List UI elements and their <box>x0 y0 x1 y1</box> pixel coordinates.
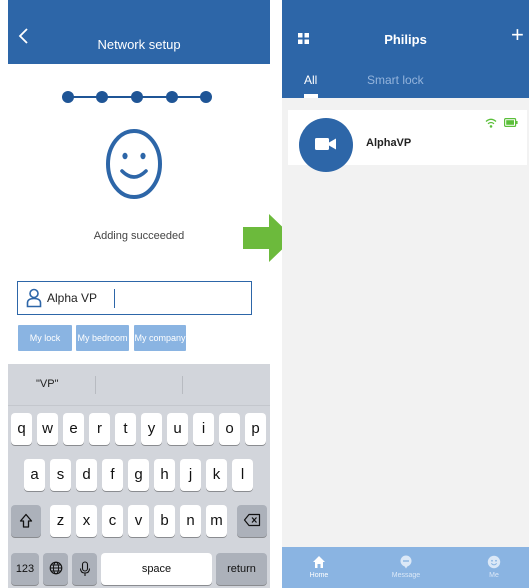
suggestion-divider <box>182 376 183 394</box>
key-d[interactable]: d <box>76 459 97 491</box>
step-progress <box>62 89 212 105</box>
name-chip-my-bedroom[interactable]: My bedroom <box>76 325 129 351</box>
key-n[interactable]: n <box>180 505 201 537</box>
backspace-key[interactable] <box>237 505 267 537</box>
key-c[interactable]: c <box>102 505 123 537</box>
home-icon <box>313 556 325 568</box>
key-b[interactable]: b <box>154 505 175 537</box>
nav-message[interactable]: Message <box>385 547 427 588</box>
key-i[interactable]: i <box>193 413 214 445</box>
page-title: Network setup <box>97 37 181 52</box>
shift-icon <box>19 513 33 528</box>
key-a[interactable]: a <box>24 459 45 491</box>
tab-smart-lock[interactable]: Smart lock <box>367 73 424 87</box>
key-m[interactable]: m <box>206 505 227 537</box>
key-g[interactable]: g <box>128 459 149 491</box>
status-text: Adding succeeded <box>93 230 185 242</box>
nav-label: Me <box>489 572 499 579</box>
progress-step <box>131 91 143 103</box>
device-card[interactable]: AlphaVP <box>288 110 527 172</box>
return-key[interactable]: return <box>216 553 267 585</box>
numbers-key[interactable]: 123 <box>11 553 39 585</box>
globe-icon <box>49 561 62 575</box>
header-bar: Network setup <box>8 0 270 64</box>
key-q[interactable]: q <box>11 413 32 445</box>
key-p[interactable]: p <box>245 413 266 445</box>
device-name-input[interactable]: Alpha VP <box>17 281 252 315</box>
smiley-icon <box>106 129 162 199</box>
key-w[interactable]: w <box>37 413 58 445</box>
profile-icon <box>487 555 501 569</box>
active-tab-indicator <box>304 94 318 98</box>
nav-label: Message <box>391 572 421 579</box>
name-chip-my-company[interactable]: My company <box>134 325 186 351</box>
network-setup-screen: Network setup Adding succeeded Alpha VP … <box>8 0 270 588</box>
key-h[interactable]: h <box>154 459 175 491</box>
keyboard: "VP" q w e r t y u i o p a s d f g h j k… <box>8 364 270 588</box>
suggestion-divider <box>95 376 96 394</box>
backspace-icon <box>243 513 261 527</box>
key-e[interactable]: e <box>63 413 84 445</box>
progress-step <box>166 91 178 103</box>
keyboard-suggestion[interactable]: "VP" <box>36 378 58 390</box>
key-t[interactable]: t <box>115 413 136 445</box>
key-v[interactable]: v <box>128 505 149 537</box>
key-u[interactable]: u <box>167 413 188 445</box>
progress-step <box>96 91 108 103</box>
tab-all[interactable]: All <box>304 73 317 87</box>
progress-step <box>200 91 212 103</box>
progress-step <box>62 91 74 103</box>
nav-home[interactable]: Home <box>304 547 334 588</box>
page-title: Philips <box>384 32 427 47</box>
key-l[interactable]: l <box>232 459 253 491</box>
key-x[interactable]: x <box>76 505 97 537</box>
keyboard-suggestion-bar: "VP" <box>8 364 270 406</box>
wifi-icon <box>485 118 497 128</box>
battery-icon <box>504 118 518 127</box>
key-o[interactable]: o <box>219 413 240 445</box>
nav-me[interactable]: Me <box>479 547 509 588</box>
bottom-navigation: Home Message Me <box>282 547 529 588</box>
globe-key[interactable] <box>43 553 68 585</box>
text-cursor <box>114 289 115 308</box>
key-k[interactable]: k <box>206 459 227 491</box>
video-camera-icon <box>315 138 336 150</box>
device-list-screen: Philips + All Smart lock AlphaVP Home Me… <box>282 0 529 588</box>
key-j[interactable]: j <box>180 459 201 491</box>
key-z[interactable]: z <box>50 505 71 537</box>
nav-label: Home <box>309 572 329 579</box>
user-icon <box>26 288 42 308</box>
shift-key[interactable] <box>11 505 41 537</box>
key-r[interactable]: r <box>89 413 110 445</box>
name-chip-my-lock[interactable]: My lock <box>18 325 72 351</box>
key-f[interactable]: f <box>102 459 123 491</box>
device-name: AlphaVP <box>366 137 412 149</box>
device-name-value: Alpha VP <box>47 291 98 305</box>
plus-icon[interactable]: + <box>511 24 524 46</box>
device-avatar <box>299 118 353 172</box>
key-s[interactable]: s <box>50 459 71 491</box>
key-y[interactable]: y <box>141 413 162 445</box>
header-bar: Philips + All Smart lock <box>282 0 529 98</box>
microphone-key[interactable] <box>72 553 97 585</box>
message-icon <box>400 555 412 569</box>
microphone-icon <box>79 561 90 576</box>
space-key[interactable]: space <box>101 553 212 585</box>
